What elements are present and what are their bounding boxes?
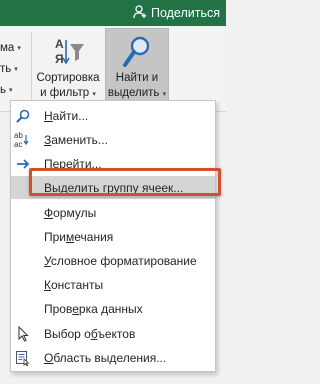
menu-item-label: Примечания [44,229,114,244]
ribbon-cut-row-3[interactable]: ь ▾ [0,80,30,101]
sort-filter-label: Сортировка и фильтр ▾ [36,72,100,99]
menu-item-label: Формулы [44,205,97,220]
sort-filter-button[interactable]: A Я Сортировка и фильтр ▾ [33,28,103,108]
menu-item-comments[interactable]: Примечания [11,225,215,248]
menu-item-goto[interactable]: Перейти... [11,152,215,175]
menu-item-label: Проверка данных [44,301,143,316]
person-icon [133,4,147,22]
menu-item-select-cells-group[interactable]: Выделить группу ячеек... [11,176,215,199]
chevron-down-icon: ▾ [9,87,13,94]
svg-text:ac: ac [14,140,22,149]
menu-item-label: Константы [44,277,104,292]
find-select-menu: Найти... ab ac Заменить... Перейти... Вы… [10,100,216,372]
selection-pane-icon [14,349,32,366]
menu-item-conditional-formatting[interactable]: Условное форматирование [11,249,215,272]
menu-item-formulas[interactable]: Формулы [11,201,215,224]
menu-item-find[interactable]: Найти... [11,104,215,127]
menu-item-data-validation[interactable]: Проверка данных [11,297,215,320]
menu-item-label: Перейти... [44,156,102,171]
svg-text:ab: ab [14,131,23,140]
pointer-cursor-icon [14,325,32,342]
share-button[interactable]: Поделиться [133,3,220,23]
menu-item-select-objects[interactable]: Выбор объектов [11,322,215,345]
menu-item-label: Найти... [44,108,89,123]
search-icon [14,107,32,124]
ribbon-cut-group: ма ▾ ть ▾ ь ▾ [0,38,30,101]
ribbon-cut-row-2[interactable]: ть ▾ [0,59,30,80]
goto-arrow-icon [14,155,32,172]
menu-item-label: Условное форматирование [44,253,197,268]
menu-item-replace[interactable]: ab ac Заменить... [11,128,215,151]
menu-item-label: Выделить группу ячеек... [44,180,184,195]
chevron-down-icon: ▾ [162,91,167,98]
svg-text:A: A [55,37,64,51]
sort-az-filter-icon: A Я [55,37,84,66]
chevron-down-icon: ▾ [92,91,96,98]
title-bar: Поделиться [0,0,226,26]
find-select-button[interactable]: Найти и выделить ▾ [105,28,169,106]
svg-text:Я: Я [55,52,64,66]
replace-ab-ac-icon: ab ac [14,131,32,149]
ribbon-cut-row-1[interactable]: ма ▾ [0,38,30,59]
menu-item-selection-pane[interactable]: Область выделения... [11,346,215,369]
share-label: Поделиться [150,6,220,20]
chevron-down-icon: ▾ [17,45,21,52]
magnifier-icon [123,36,150,67]
menu-item-label: Выбор объектов [44,326,136,341]
chevron-down-icon: ▾ [14,66,18,73]
menu-item-constants[interactable]: Константы [11,273,215,296]
menu-item-label: Область выделения... [44,350,167,365]
menu-item-label: Заменить... [44,132,108,147]
find-select-label: Найти и выделить ▾ [107,72,167,99]
ribbon-separator [31,32,32,106]
